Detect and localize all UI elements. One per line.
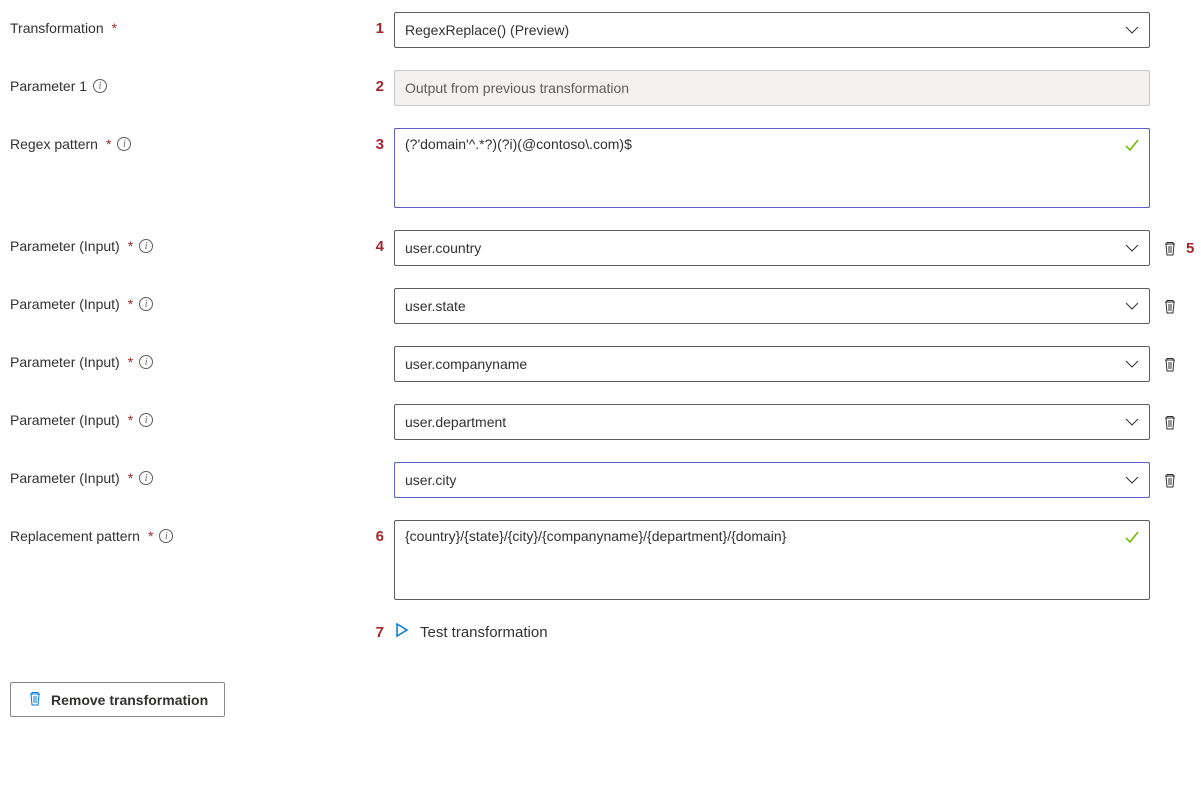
chevron-down-icon	[1125, 415, 1139, 429]
replacement-pattern-value: {country}/{state}/{city}/{companyname}/{…	[405, 528, 786, 544]
callout-7: 7	[360, 624, 394, 641]
required-asterisk: *	[128, 296, 133, 312]
parameter-input-row: Parameter (Input) * i user.department	[10, 404, 1191, 440]
chevron-down-icon	[1125, 23, 1139, 37]
parameter-input-label: Parameter (Input) * i	[10, 288, 360, 312]
valid-check-icon	[1124, 138, 1140, 157]
label-text: Parameter 1	[10, 78, 87, 94]
parameter1-row: Parameter 1 i 2 Output from previous tra…	[10, 70, 1191, 106]
callout-3: 3	[360, 128, 394, 153]
parameter-input-value: user.country	[405, 240, 481, 256]
callout-5: 5	[1186, 240, 1194, 257]
test-transformation-label: Test transformation	[420, 624, 548, 641]
chevron-down-icon	[1125, 299, 1139, 313]
delete-parameter-button[interactable]	[1160, 412, 1180, 432]
regex-pattern-row: Regex pattern * i 3 (?'domain'^.*?)(?i)(…	[10, 128, 1191, 208]
info-icon[interactable]: i	[139, 355, 153, 369]
parameter-input-value: user.companyname	[405, 356, 527, 372]
parameter-input-row: Parameter (Input) * i user.city	[10, 462, 1191, 498]
test-transformation-row: 7 Test transformation	[360, 622, 1191, 642]
regex-pattern-input[interactable]: (?'domain'^.*?)(?i)(@contoso\.com)$	[394, 128, 1150, 208]
delete-parameter-button[interactable]	[1160, 354, 1180, 374]
chevron-down-icon	[1125, 357, 1139, 371]
valid-check-icon	[1124, 530, 1140, 549]
parameter-input-select[interactable]: user.city	[394, 462, 1150, 498]
label-text: Parameter (Input)	[10, 470, 120, 486]
parameter-input-label: Parameter (Input) * i	[10, 404, 360, 428]
parameter-input-label: Parameter (Input) * i	[10, 346, 360, 370]
replacement-pattern-label: Replacement pattern * i	[10, 520, 360, 544]
test-transformation-button[interactable]: Test transformation	[394, 622, 548, 642]
parameter-input-row: Parameter (Input) * i user.state	[10, 288, 1191, 324]
required-asterisk: *	[112, 20, 117, 36]
parameter-input-value: user.state	[405, 298, 466, 314]
info-icon[interactable]: i	[159, 529, 173, 543]
callout-4: 4	[360, 230, 394, 255]
label-text: Transformation	[10, 20, 104, 36]
remove-transformation-button[interactable]: Remove transformation	[10, 682, 225, 717]
callout-6: 6	[360, 520, 394, 545]
parameter-input-select[interactable]: user.state	[394, 288, 1150, 324]
required-asterisk: *	[128, 354, 133, 370]
info-icon[interactable]: i	[139, 297, 153, 311]
transformation-select[interactable]: RegexReplace() (Preview)	[394, 12, 1150, 48]
required-asterisk: *	[128, 412, 133, 428]
required-asterisk: *	[128, 470, 133, 486]
parameter-input-label: Parameter (Input) * i	[10, 462, 360, 486]
callout-2: 2	[360, 70, 394, 95]
delete-parameter-button[interactable]	[1160, 296, 1180, 316]
parameter-input-select[interactable]: user.companyname	[394, 346, 1150, 382]
chevron-down-icon	[1125, 473, 1139, 487]
info-icon[interactable]: i	[93, 79, 107, 93]
parameter-input-value: user.department	[405, 414, 506, 430]
play-icon	[394, 622, 410, 642]
transformation-row: Transformation * 1 RegexReplace() (Previ…	[10, 12, 1191, 48]
info-icon[interactable]: i	[139, 413, 153, 427]
parameter1-label: Parameter 1 i	[10, 70, 360, 94]
regex-pattern-value: (?'domain'^.*?)(?i)(@contoso\.com)$	[405, 136, 632, 152]
info-icon[interactable]: i	[139, 239, 153, 253]
parameter-input-row: Parameter (Input) * i user.companyname	[10, 346, 1191, 382]
replacement-pattern-input[interactable]: {country}/{state}/{city}/{companyname}/{…	[394, 520, 1150, 600]
label-text: Parameter (Input)	[10, 296, 120, 312]
replacement-pattern-row: Replacement pattern * i 6 {country}/{sta…	[10, 520, 1191, 600]
delete-parameter-button[interactable]	[1160, 470, 1180, 490]
parameter-input-select[interactable]: user.country	[394, 230, 1150, 266]
required-asterisk: *	[148, 528, 153, 544]
required-asterisk: *	[106, 136, 111, 152]
remove-transformation-label: Remove transformation	[51, 692, 208, 708]
transformation-label: Transformation *	[10, 12, 360, 36]
delete-parameter-button[interactable]	[1160, 238, 1180, 258]
label-text: Parameter (Input)	[10, 412, 120, 428]
required-asterisk: *	[128, 238, 133, 254]
regex-pattern-label: Regex pattern * i	[10, 128, 360, 152]
callout-1: 1	[360, 12, 394, 37]
parameter-input-select[interactable]: user.department	[394, 404, 1150, 440]
chevron-down-icon	[1125, 241, 1139, 255]
label-text: Parameter (Input)	[10, 238, 120, 254]
label-text: Parameter (Input)	[10, 354, 120, 370]
trash-icon	[27, 690, 43, 709]
parameter-input-value: user.city	[405, 472, 456, 488]
label-text: Replacement pattern	[10, 528, 140, 544]
parameter-input-label: Parameter (Input) * i	[10, 230, 360, 254]
transformation-value: RegexReplace() (Preview)	[405, 22, 569, 38]
parameter1-placeholder: Output from previous transformation	[405, 80, 629, 96]
parameter-input-row: Parameter (Input) * i 4 user.country 5	[10, 230, 1191, 266]
label-text: Regex pattern	[10, 136, 98, 152]
info-icon[interactable]: i	[117, 137, 131, 151]
info-icon[interactable]: i	[139, 471, 153, 485]
parameter1-input: Output from previous transformation	[394, 70, 1150, 106]
